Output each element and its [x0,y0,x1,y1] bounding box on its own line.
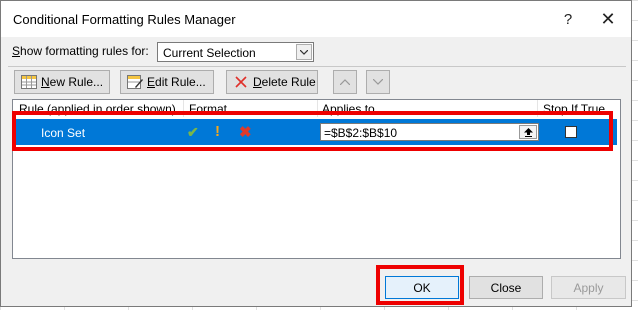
title-bar: Conditional Formatting Rules Manager ? ✕ [1,1,631,37]
show-rules-label: Show formatting rules for: [12,44,149,58]
close-button[interactable]: Close [469,276,543,299]
move-up-button[interactable] [333,70,357,94]
new-rule-icon [21,74,37,90]
edit-rule-icon [127,74,143,90]
toolbar-divider [8,66,626,67]
apply-button[interactable]: Apply [551,276,626,299]
chevron-down-icon [373,79,383,85]
chevron-down-icon[interactable] [296,44,312,60]
help-button[interactable]: ? [553,7,583,31]
delete-rule-label: Delete Rule [253,75,316,89]
rules-manager-dialog: Conditional Formatting Rules Manager ? ✕… [0,0,632,307]
dialog-title: Conditional Formatting Rules Manager [13,12,236,27]
delete-icon [233,74,249,90]
edit-rule-label: Edit Rule... [147,75,206,89]
show-rules-value: Current Selection [163,46,256,60]
highlight-ok-annotation [376,265,464,305]
move-down-button[interactable] [366,70,390,94]
edit-rule-button[interactable]: Edit Rule... [120,70,214,94]
new-rule-label: New Rule... [41,75,104,89]
new-rule-button[interactable]: New Rule... [14,70,110,94]
close-icon[interactable]: ✕ [593,7,623,31]
highlight-rule-row-annotation [12,111,613,151]
delete-rule-button[interactable]: Delete Rule [226,70,318,94]
show-rules-dropdown[interactable]: Current Selection [157,42,314,62]
chevron-up-icon [340,79,350,85]
